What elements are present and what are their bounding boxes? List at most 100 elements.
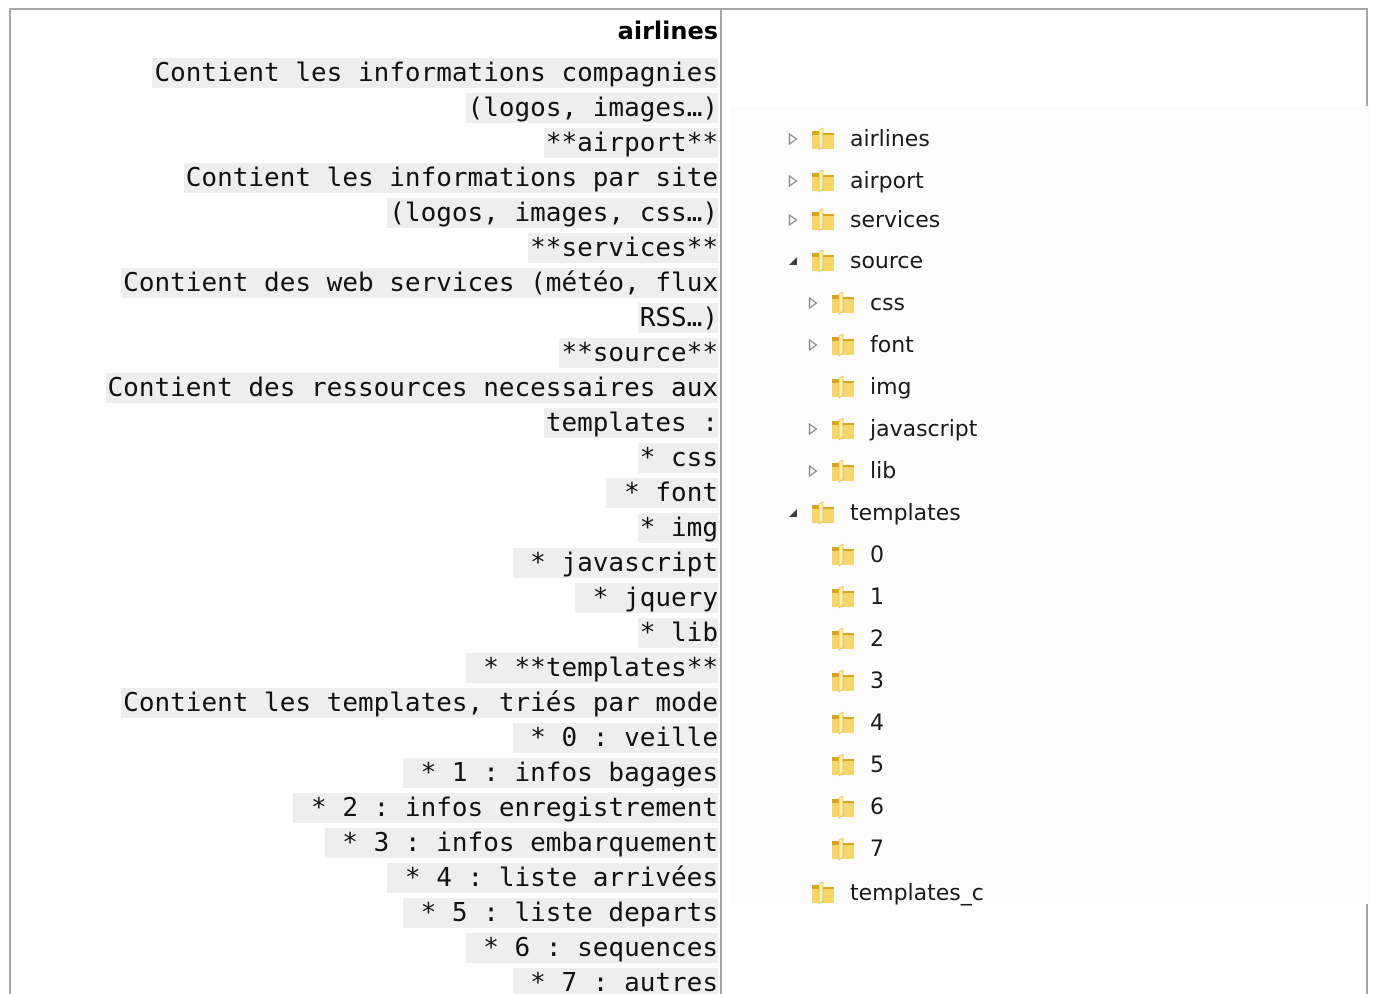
description-line-text: * img — [637, 513, 718, 543]
tree-item-1[interactable]: 1 — [806, 580, 884, 614]
description-line: Contient des ressources necessaires aux — [11, 371, 718, 406]
description-line-text: Contient des web services (météo, flux — [121, 268, 718, 298]
tree-item-services[interactable]: services — [786, 203, 940, 237]
description-line: RSS…) — [11, 301, 718, 336]
description-line: Contient des web services (météo, flux — [11, 266, 718, 301]
description-line-text: * 6 : sequences — [465, 933, 718, 963]
arrow-placeholder — [806, 800, 820, 814]
folder-icon — [830, 585, 856, 609]
description-line-text: * 3 : infos embarquement — [324, 828, 718, 858]
triangle-right-icon[interactable] — [806, 464, 820, 478]
tree-item-4[interactable]: 4 — [806, 706, 884, 740]
description-line: * **templates** — [11, 651, 718, 686]
tree-item-source[interactable]: source — [786, 244, 923, 278]
triangle-down-icon[interactable] — [786, 506, 800, 520]
folder-icon — [830, 333, 856, 357]
tree-item-label: 5 — [870, 752, 884, 778]
description-line-text: * 7 : autres — [512, 968, 718, 994]
tree-item-label: templates — [850, 500, 961, 526]
tree-item-2[interactable]: 2 — [806, 622, 884, 656]
tree-item-label: css — [870, 290, 906, 316]
tree-item-label: templates_c — [850, 880, 984, 906]
section-title: airlines — [617, 17, 718, 45]
arrow-placeholder — [806, 716, 820, 730]
tree-item-label: 3 — [870, 668, 884, 694]
description-line-text: **source** — [559, 338, 718, 368]
description-line-text: * javascript — [512, 548, 718, 578]
tree-item-label: 0 — [870, 542, 884, 568]
description-line: * 7 : autres — [11, 966, 718, 994]
tree-item-label: airport — [850, 168, 924, 194]
description-line-text: * 4 : liste arrivées — [387, 863, 718, 893]
description-line-text: Contient les informations par site — [183, 163, 718, 193]
description-line-text: Contient des ressources necessaires aux — [105, 373, 718, 403]
tree-item-label: lib — [870, 458, 897, 484]
description-line: * lib — [11, 616, 718, 651]
tree-item-label: font — [870, 332, 914, 358]
triangle-down-icon[interactable] — [786, 254, 800, 268]
triangle-right-icon[interactable] — [786, 213, 800, 227]
tree-item-label: airlines — [850, 126, 930, 152]
tree-item-templates-c[interactable]: templates_c — [786, 876, 984, 910]
description-line: templates : — [11, 406, 718, 441]
triangle-right-icon[interactable] — [806, 338, 820, 352]
tree-item-label: javascript — [870, 416, 978, 442]
tree-item-7[interactable]: 7 — [806, 832, 884, 866]
description-lines: Contient les informations compagnies (log… — [11, 56, 718, 994]
triangle-right-icon[interactable] — [786, 174, 800, 188]
document-table: airlines Contient les informations compa… — [9, 8, 1370, 994]
description-line-text: Contient les informations compagnies — [152, 58, 718, 88]
description-line: (logos, images, css…) — [11, 196, 718, 231]
description-line: Contient les informations compagnies — [11, 56, 718, 91]
tree-item-6[interactable]: 6 — [806, 790, 884, 824]
description-line: (logos, images…) — [11, 91, 718, 126]
tree-item-lib[interactable]: lib — [806, 454, 896, 488]
description-line-text: Contient les templates, triés par mode — [121, 688, 718, 718]
folder-icon — [830, 669, 856, 693]
tree-item-javascript[interactable]: javascript — [806, 412, 977, 446]
folder-tree-screenshot: airlines airport services source css font img j… — [730, 106, 1370, 906]
folder-icon — [830, 375, 856, 399]
arrow-placeholder — [806, 548, 820, 562]
description-line: * 5 : liste departs — [11, 896, 718, 931]
tree-item-label: img — [870, 374, 912, 400]
description-line: * 2 : infos enregistrement — [11, 791, 718, 826]
tree-item-0[interactable]: 0 — [806, 538, 884, 572]
description-line: * 6 : sequences — [11, 931, 718, 966]
screenshot-cell: airlines airport services source css font img j… — [722, 10, 1370, 994]
tree-item-airport[interactable]: airport — [786, 164, 924, 198]
triangle-right-icon[interactable] — [806, 296, 820, 310]
arrow-placeholder — [786, 886, 800, 900]
folder-icon — [830, 837, 856, 861]
tree-item-label: 6 — [870, 794, 884, 820]
description-line-text: * lib — [637, 618, 718, 648]
description-line-text: templates : — [543, 408, 718, 438]
tree-item-3[interactable]: 3 — [806, 664, 884, 698]
tree-item-font[interactable]: font — [806, 328, 914, 362]
description-line: **source** — [11, 336, 718, 371]
tree-item-css[interactable]: css — [806, 286, 905, 320]
tree-item-label: services — [850, 207, 941, 233]
description-line-text: * css — [637, 443, 718, 473]
folder-icon — [830, 795, 856, 819]
arrow-placeholder — [806, 842, 820, 856]
tree-item-label: 1 — [870, 584, 884, 610]
tree-item-airlines[interactable]: airlines — [786, 122, 930, 156]
triangle-right-icon[interactable] — [806, 422, 820, 436]
folder-icon — [830, 753, 856, 777]
arrow-placeholder — [806, 758, 820, 772]
folder-icon — [830, 627, 856, 651]
tree-item-img[interactable]: img — [806, 370, 912, 404]
tree-item-5[interactable]: 5 — [806, 748, 884, 782]
description-line-text: **airport** — [543, 128, 718, 158]
triangle-right-icon[interactable] — [786, 132, 800, 146]
description-line-text: * 5 : liste departs — [402, 898, 718, 928]
arrow-placeholder — [806, 632, 820, 646]
description-line-text: (logos, images…) — [465, 93, 718, 123]
tree-item-templates[interactable]: templates — [786, 496, 961, 530]
description-line-text: * font — [606, 478, 718, 508]
description-line: Contient les templates, triés par mode — [11, 686, 718, 721]
description-cell: airlines Contient les informations compa… — [11, 10, 722, 994]
folder-icon — [810, 501, 836, 525]
folder-icon — [810, 169, 836, 193]
